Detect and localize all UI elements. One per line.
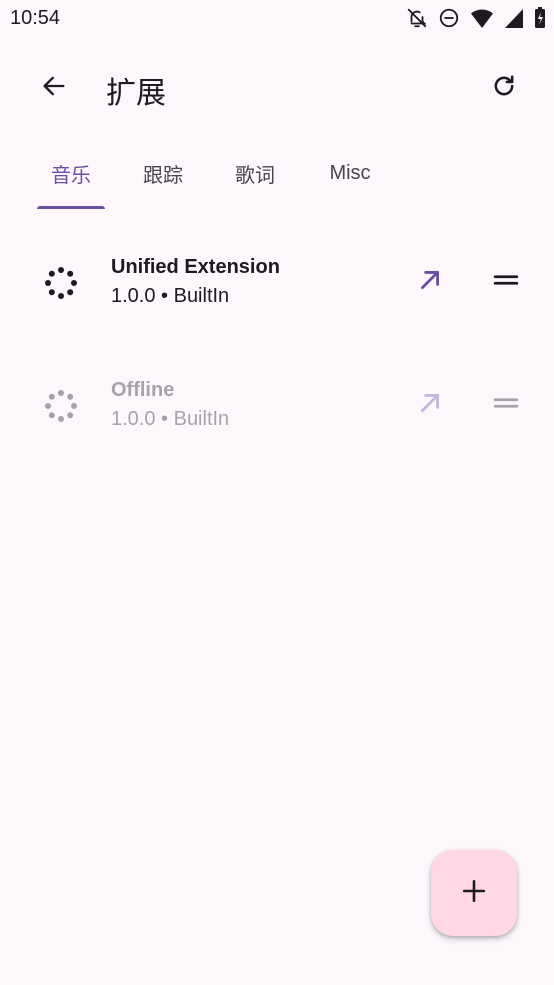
refresh-button[interactable] <box>478 62 530 114</box>
arrow-up-right-icon <box>417 267 443 298</box>
extension-meta: 1.0.0 • BuiltIn <box>111 285 230 307</box>
tab-label: 跟踪 <box>143 164 183 187</box>
tab-lyrics[interactable]: 歌词 <box>221 148 289 198</box>
drag-handle[interactable] <box>484 383 528 427</box>
open-extension-button[interactable] <box>408 260 452 304</box>
signal-icon <box>504 7 524 29</box>
top-app-bar: 扩展 <box>0 50 554 126</box>
tab-tracking[interactable]: 跟踪 <box>129 148 197 198</box>
extension-name: Unified Extension <box>111 256 280 278</box>
extension-item-offline[interactable]: Offline 1.0.0 • BuiltIn <box>0 353 554 463</box>
drag-handle[interactable] <box>484 260 528 304</box>
extension-name: Offline <box>111 379 175 401</box>
open-extension-button[interactable] <box>408 383 452 427</box>
do-not-disturb-icon <box>438 7 460 29</box>
refresh-icon <box>490 72 518 105</box>
page-title: 扩展 <box>106 77 166 110</box>
tab-label: 歌词 <box>235 164 275 187</box>
status-bar: 10:54 <box>0 0 554 38</box>
drag-handle-icon <box>493 390 519 421</box>
drag-handle-icon <box>493 267 519 298</box>
extension-meta: 1.0.0 • BuiltIn <box>111 408 230 430</box>
tab-misc[interactable]: Misc <box>313 148 387 198</box>
loader-icon <box>42 387 80 425</box>
arrow-up-right-icon <box>417 390 443 421</box>
bell-off-icon <box>406 7 428 29</box>
tab-label: 音乐 <box>51 164 91 187</box>
wifi-icon <box>470 7 494 29</box>
plus-icon <box>461 878 487 909</box>
back-button[interactable] <box>28 62 80 114</box>
arrow-back-icon <box>40 72 68 105</box>
status-time: 10:54 <box>10 7 61 29</box>
tab-music[interactable]: 音乐 <box>37 148 105 198</box>
extension-item-unified[interactable]: Unified Extension 1.0.0 • BuiltIn <box>0 230 554 340</box>
battery-icon <box>534 7 546 29</box>
loader-icon <box>42 264 80 302</box>
status-icons <box>406 7 546 29</box>
tab-label: Misc <box>329 161 371 184</box>
add-extension-fab[interactable] <box>431 850 517 936</box>
tab-row: 音乐 跟踪 歌词 Misc <box>0 148 554 210</box>
tab-indicator <box>37 206 105 209</box>
